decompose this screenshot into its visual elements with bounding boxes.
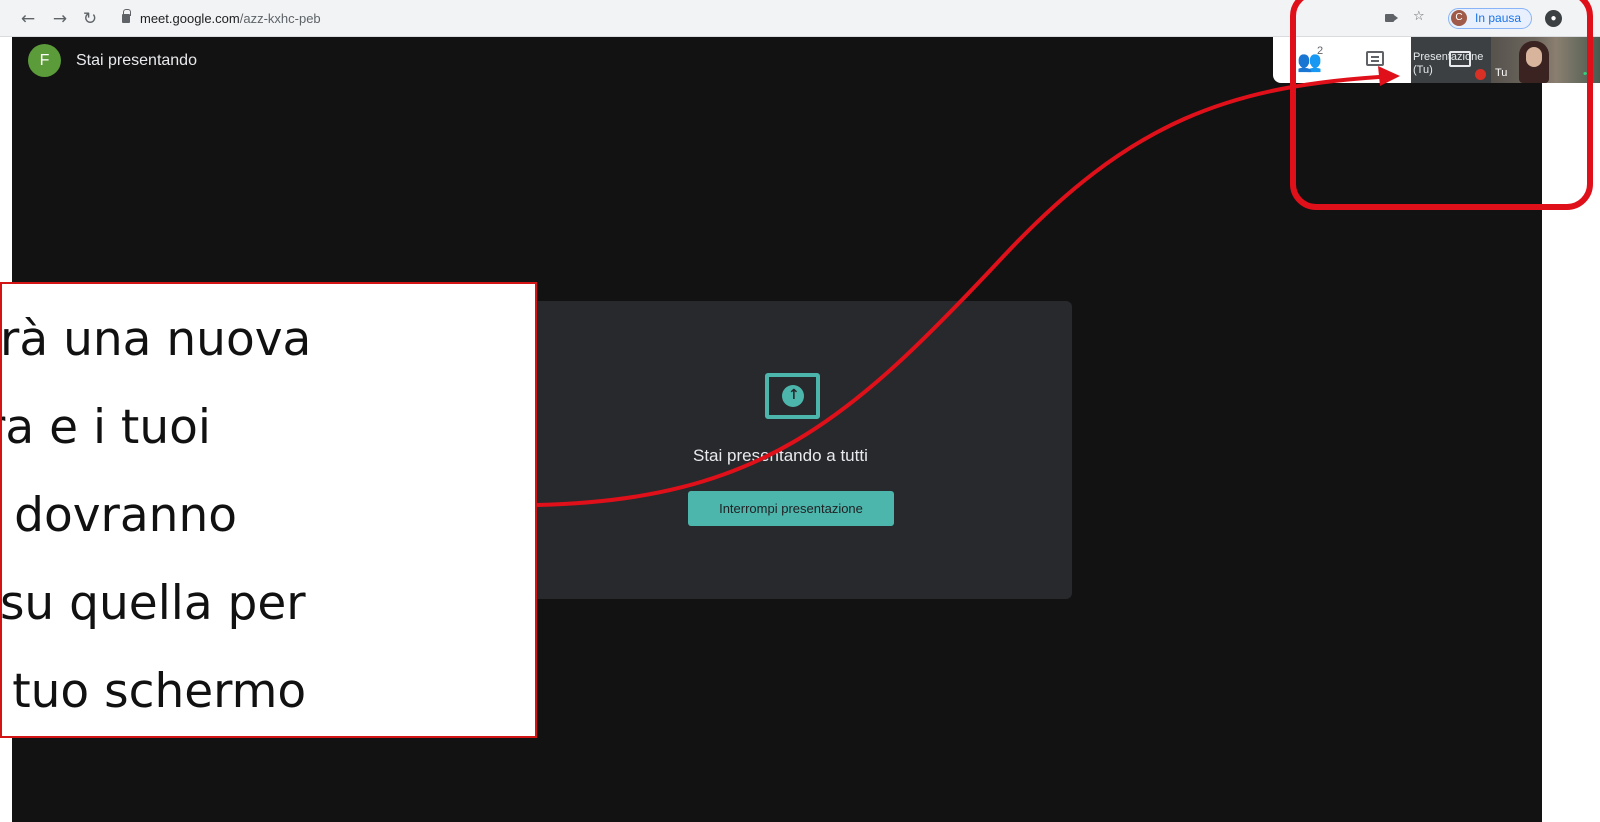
presenter-label: Stai presentando [76, 52, 197, 69]
address-bar[interactable]: meet.google.com/azz-kxhc-peb [112, 7, 1247, 31]
url-path: /azz-kxhc-peb [239, 11, 321, 26]
highlight-box [1290, 0, 1593, 210]
avatar: F [28, 44, 61, 77]
back-icon[interactable]: ← [18, 9, 38, 29]
callout-text: parirà una nuova atura e i tuoi enti dov… [0, 296, 535, 736]
callout-line-2: atura e i tuoi [2, 400, 211, 455]
card-title: Stai presentando a tutti [693, 446, 868, 465]
lock-icon[interactable] [122, 9, 131, 23]
callout-line-1: parirà una nuova [0, 312, 312, 367]
forward-icon[interactable]: → [50, 9, 70, 29]
annotation-callout: parirà una nuova atura e i tuoi enti dov… [0, 282, 537, 738]
present-upload-icon: ↑ [765, 373, 820, 419]
reload-icon[interactable]: ↻ [80, 9, 100, 29]
callout-line-3: enti dovranno [2, 488, 237, 543]
up-arrow-icon: ↑ [788, 387, 800, 403]
callout-line-5: re il tuo schermo [2, 664, 307, 719]
url-text[interactable]: meet.google.com/azz-kxhc-peb [140, 11, 321, 26]
callout-line-4: are su quella per [0, 576, 306, 631]
url-host: meet.google.com [140, 11, 240, 26]
stop-presenting-button[interactable]: Interrompi presentazione [688, 491, 894, 526]
